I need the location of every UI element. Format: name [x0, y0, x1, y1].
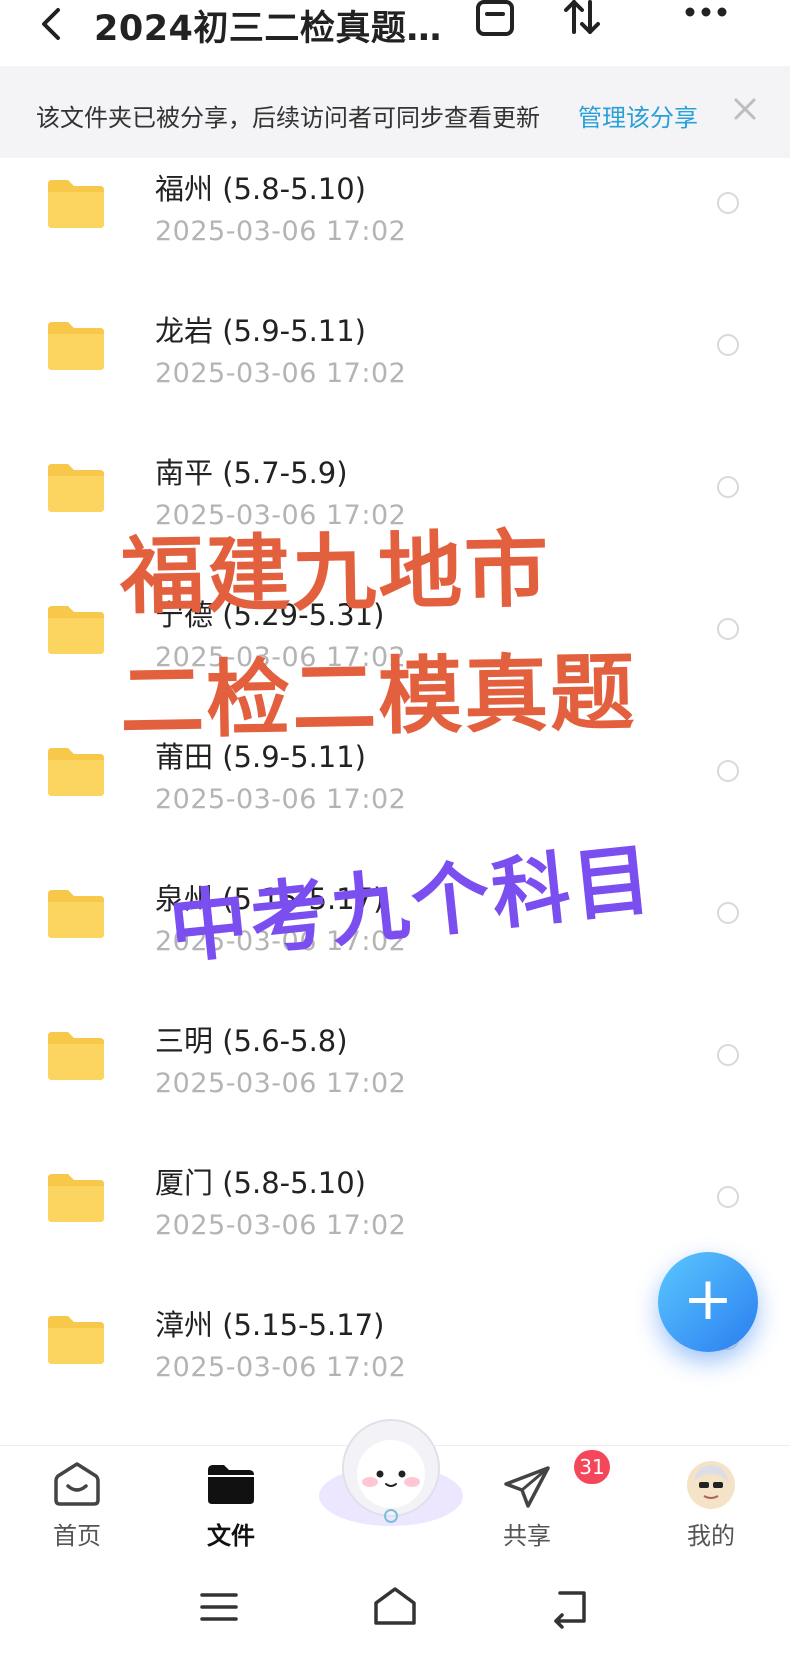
folder-icon	[48, 180, 104, 228]
share-banner-text: 该文件夹已被分享，后续访问者可同步查看更新	[36, 104, 540, 132]
file-date: 2025-03-06 17:02	[155, 358, 407, 389]
tab-files[interactable]: 文件	[176, 1460, 286, 1556]
overlay-headline-2: 二检二模真题	[119, 643, 637, 751]
avatar-icon	[687, 1461, 735, 1509]
folder-icon	[208, 1465, 254, 1504]
overlay-headline-1: 福建九地市	[119, 520, 551, 626]
tab-share[interactable]: 共享	[472, 1460, 582, 1556]
tab-me-label: 我的	[687, 1522, 735, 1550]
file-name: 漳州 (5.15-5.17)	[155, 1308, 385, 1342]
manage-share-link[interactable]: 管理该分享	[578, 98, 698, 133]
add-button[interactable]: +	[658, 1252, 758, 1352]
select-radio[interactable]	[717, 476, 739, 498]
folder-icon	[48, 322, 104, 370]
top-bar: 2024初三二检真题…	[0, 0, 790, 66]
minimize-window-icon[interactable]	[474, 0, 516, 40]
file-name: 龙岩 (5.9-5.11)	[155, 314, 367, 348]
folder-icon	[48, 1316, 104, 1364]
tab-share-label: 共享	[503, 1522, 551, 1550]
file-date: 2025-03-06 17:02	[155, 1210, 407, 1241]
back-arrow-icon[interactable]	[34, 6, 74, 46]
close-icon[interactable]	[730, 94, 760, 124]
tab-home-label: 首页	[53, 1522, 101, 1550]
home-icon	[54, 1462, 100, 1506]
file-name: 福州 (5.8-5.10)	[155, 172, 367, 206]
file-date: 2025-03-06 17:02	[155, 216, 407, 247]
file-name: 南平 (5.7-5.9)	[155, 456, 348, 490]
select-radio[interactable]	[717, 1186, 739, 1208]
select-radio[interactable]	[717, 760, 739, 782]
home-icon[interactable]	[370, 1585, 420, 1629]
share-banner: 该文件夹已被分享，后续访问者可同步查看更新 管理该分享	[0, 66, 790, 158]
folder-icon	[48, 890, 104, 938]
mascot-button[interactable]	[316, 1410, 466, 1530]
list-item[interactable]: 龙岩 (5.9-5.11) 2025-03-06 17:02	[0, 300, 790, 450]
notification-badge: 31	[574, 1450, 610, 1484]
folder-icon	[48, 464, 104, 512]
page-title: 2024初三二检真题…	[94, 9, 442, 49]
more-icon[interactable]	[682, 0, 730, 30]
list-item[interactable]: 福州 (5.8-5.10) 2025-03-06 17:02	[0, 158, 790, 308]
folder-icon	[48, 748, 104, 796]
share-send-icon	[504, 1466, 550, 1508]
list-item[interactable]: 三明 (5.6-5.8) 2025-03-06 17:02	[0, 1010, 790, 1160]
file-date: 2025-03-06 17:02	[155, 1068, 407, 1099]
select-radio[interactable]	[717, 192, 739, 214]
file-name: 厦门 (5.8-5.10)	[155, 1166, 367, 1200]
menu-icon[interactable]	[194, 1585, 244, 1629]
select-radio[interactable]	[717, 1044, 739, 1066]
file-date: 2025-03-06 17:02	[155, 784, 407, 815]
plus-icon: +	[682, 1264, 734, 1334]
folder-icon	[48, 1032, 104, 1080]
folder-icon	[48, 606, 104, 654]
tab-me[interactable]: 我的	[656, 1460, 766, 1556]
file-date: 2025-03-06 17:02	[155, 1352, 407, 1383]
back-icon[interactable]	[546, 1585, 596, 1629]
sort-icon[interactable]	[560, 0, 604, 40]
system-nav-bar	[0, 1555, 790, 1655]
tab-home[interactable]: 首页	[22, 1460, 132, 1556]
tab-files-label: 文件	[207, 1522, 255, 1550]
select-radio[interactable]	[717, 618, 739, 640]
folder-icon	[48, 1174, 104, 1222]
select-radio[interactable]	[717, 902, 739, 924]
select-radio[interactable]	[717, 334, 739, 356]
file-name: 三明 (5.6-5.8)	[155, 1024, 348, 1058]
